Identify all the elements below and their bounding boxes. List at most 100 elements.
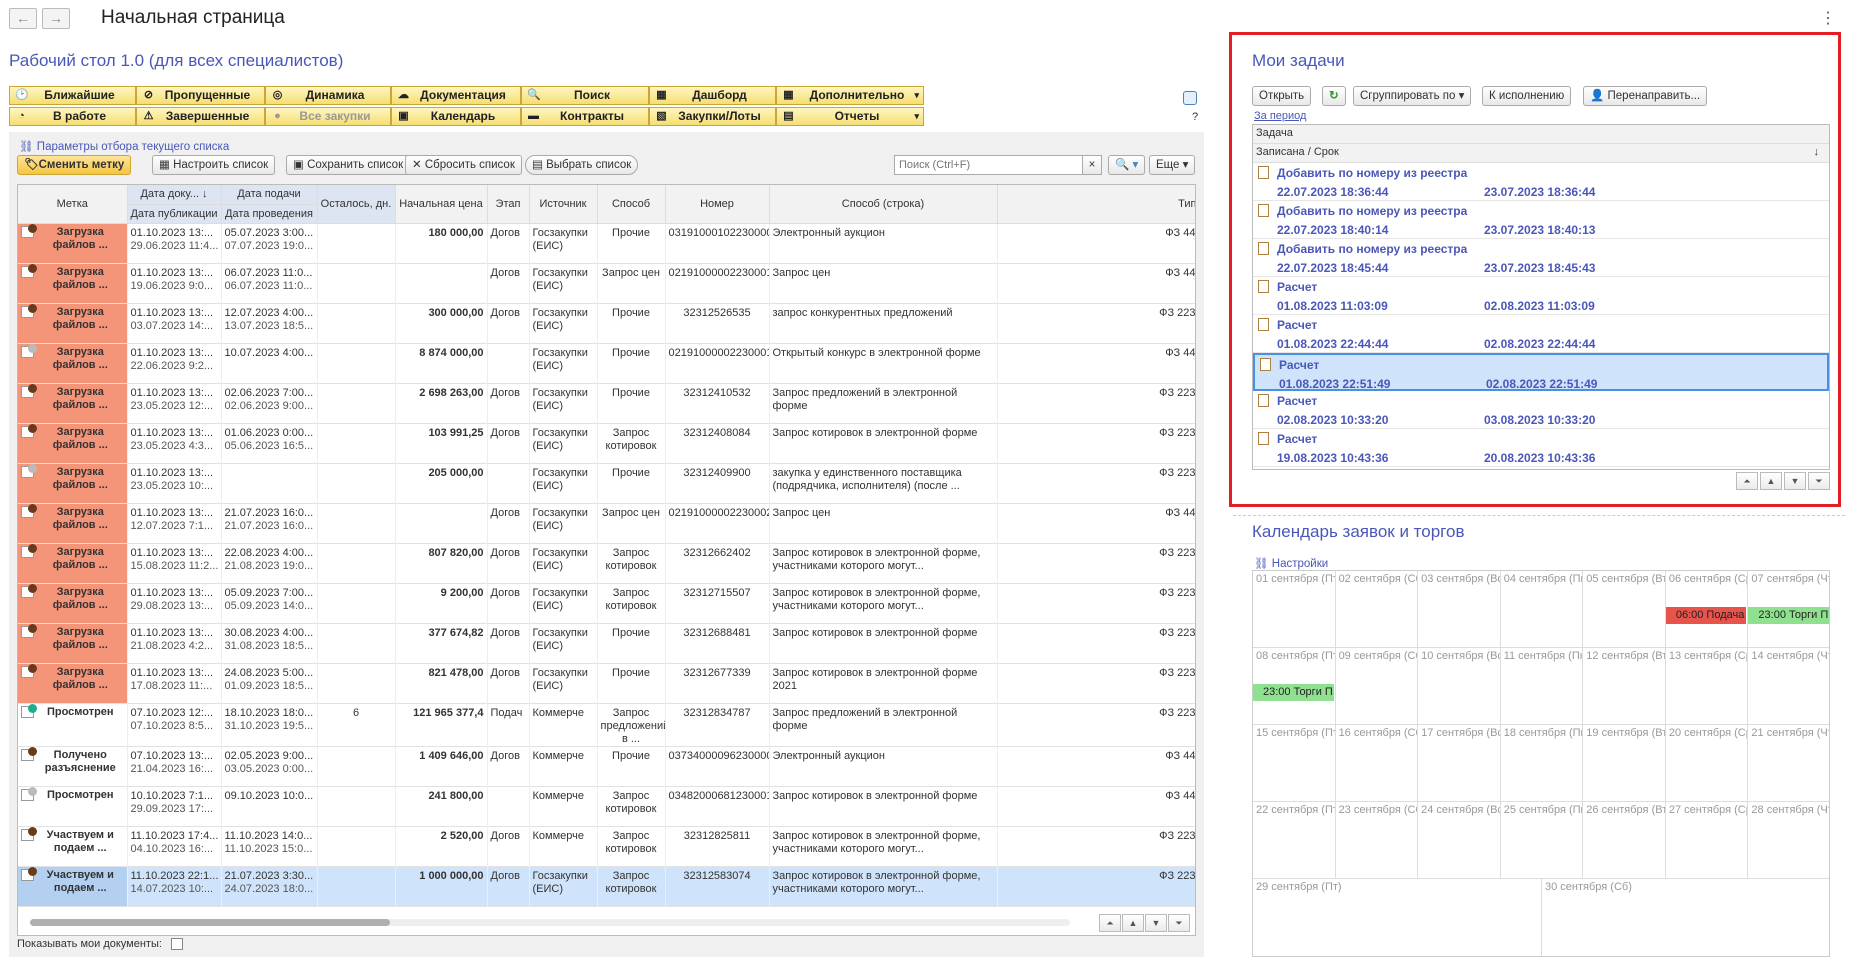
table-row[interactable]: Просмотрен 07.10.2023 12:... 07.10.2023 8:… — [18, 703, 1195, 746]
settings-icon[interactable] — [1183, 91, 1197, 105]
scroll-down-button[interactable]: ▼ — [1145, 914, 1167, 932]
calendar-day[interactable]: 04 сентября (Пн) — [1501, 571, 1584, 647]
change-mark-button[interactable]: 🏷Сменить метку — [17, 155, 132, 175]
calendar-day[interactable]: 23 сентября (Сб) — [1336, 802, 1419, 878]
calendar-day[interactable]: 17 сентября (Вс) — [1418, 725, 1501, 801]
search-clear-button[interactable]: × — [1082, 155, 1102, 175]
table-row[interactable]: Загрузка файлов ... 01.10.2023 13:... 03.0… — [18, 303, 1195, 343]
calendar-day[interactable]: 25 сентября (Пн) — [1501, 802, 1584, 878]
col-type[interactable]: Тип — [997, 185, 1195, 224]
calendar-day[interactable]: 13 сентября (Ср) — [1666, 648, 1749, 724]
desktop-button-1-4[interactable]: ☁ Документация — [391, 86, 521, 105]
tasks-list[interactable]: Задача Записана / Срок ↓ Добавить по номе… — [1252, 124, 1830, 470]
calendar-day[interactable]: 21 сентября (Чт) — [1748, 725, 1829, 801]
task-row[interactable]: Расчет 19.08.2023 10:43:36 20.08.2023 10:4… — [1253, 429, 1829, 467]
period-link[interactable]: За период — [1254, 110, 1306, 122]
table-row[interactable]: Получено разъяснение 07.10.2023 13:... 21.… — [18, 746, 1195, 786]
task-row[interactable]: Добавить по номеру из реестра 22.07.2023 … — [1253, 163, 1829, 201]
desktop-button-1-5[interactable]: 🔍 Поиск — [521, 86, 649, 105]
filter-params-link[interactable]: ⛓ Параметры отбора текущего списка — [19, 139, 229, 153]
task-row[interactable]: Расчет 01.08.2023 11:03:09 02.08.2023 11:0… — [1253, 277, 1829, 315]
calendar-day[interactable]: 20 сентября (Ср) — [1666, 725, 1749, 801]
col-method[interactable]: Способ — [597, 185, 666, 224]
calendar-day[interactable]: 03 сентября (Вс) — [1418, 571, 1501, 647]
calendar-event[interactable]: 23:00 Торги П — [1253, 684, 1334, 701]
tasks-header-task[interactable]: Задача — [1253, 125, 1829, 144]
scroll-up-button[interactable]: ▲ — [1122, 914, 1144, 932]
calendar-day[interactable]: 10 сентября (Вс) — [1418, 648, 1501, 724]
calendar-day[interactable]: 24 сентября (Вс) — [1418, 802, 1501, 878]
calendar-day[interactable]: 27 сентября (Ср) — [1666, 802, 1749, 878]
table-row[interactable]: Загрузка файлов ... 01.10.2023 13:... 15.0… — [18, 543, 1195, 583]
calendar-day[interactable]: 01 сентября (Пт) — [1253, 571, 1336, 647]
reset-list-button[interactable]: ✕ Сбросить список — [405, 155, 522, 175]
table-row[interactable]: Загрузка файлов ... 01.10.2023 13:... 22.0… — [18, 343, 1195, 383]
search-button[interactable]: 🔍 ▾ — [1108, 155, 1146, 175]
desktop-button-2-7[interactable]: ▤ Отчеты ▾ — [776, 107, 924, 126]
task-row[interactable]: Добавить по номеру из реестра 22.07.2023 … — [1253, 239, 1829, 277]
calendar-grid[interactable]: 01 сентября (Пт) 02 сентября (Сб) 03 сентя… — [1252, 570, 1830, 957]
group-by-button[interactable]: Сгруппировать по ▾ — [1353, 86, 1472, 106]
help-icon[interactable]: ? — [1192, 111, 1198, 123]
calendar-day[interactable]: 30 сентября (Сб) — [1542, 879, 1829, 956]
desktop-button-1-3[interactable]: ◎ Динамика — [265, 86, 391, 105]
table-row[interactable]: Загрузка файлов ... 01.10.2023 13:... 19.0… — [18, 263, 1195, 303]
col-number[interactable]: Номер — [665, 185, 770, 224]
save-list-button[interactable]: ▣ Сохранить список — [286, 155, 411, 175]
desktop-button-2-6[interactable]: ▧ Закупки/Лоты — [649, 107, 776, 126]
table-row[interactable]: Загрузка файлов ... 01.10.2023 13:... 29.0… — [18, 583, 1195, 623]
desktop-button-1-2[interactable]: ⊘ Пропущенные — [136, 86, 265, 105]
scroll-last-button[interactable]: ⏷ — [1168, 914, 1190, 932]
tasks-header-written[interactable]: Записана / Срок ↓ — [1253, 144, 1829, 163]
table-row[interactable]: Загрузка файлов ... 01.10.2023 13:... 23.0… — [18, 383, 1195, 423]
desktop-button-2-1[interactable]: ◔ В работе — [9, 107, 136, 126]
more-button[interactable]: Еще ▾ — [1149, 155, 1196, 175]
calendar-day[interactable]: 14 сентября (Чт) — [1748, 648, 1829, 724]
tasks-last-button[interactable]: ⏷ — [1808, 472, 1830, 490]
calendar-day[interactable]: 29 сентября (Пт) — [1253, 879, 1542, 956]
col-date-submit[interactable]: Дата подачи — [221, 185, 318, 205]
procurement-table[interactable]: Метка Дата доку... ↓ Дата подачи Осталось, … — [17, 184, 1196, 936]
task-row[interactable]: Расчет 01.08.2023 22:51:49 02.08.2023 22:5… — [1253, 353, 1829, 391]
table-row[interactable]: Загрузка файлов ... 01.10.2023 13:... 23.0… — [18, 463, 1195, 503]
forward-button[interactable]: → — [42, 8, 70, 29]
horizontal-scrollbar[interactable] — [30, 919, 1070, 926]
desktop-button-2-2[interactable]: ⚠ Завершенные — [136, 107, 265, 126]
calendar-day[interactable]: 15 сентября (Пт) — [1253, 725, 1336, 801]
search-input[interactable] — [894, 155, 1090, 175]
calendar-day[interactable]: 28 сентября (Чт) — [1748, 802, 1829, 878]
col-date-pub[interactable]: Дата публикации — [127, 204, 222, 224]
task-row[interactable]: Добавить по номеру из реестра 22.07.2023 … — [1253, 201, 1829, 239]
table-row[interactable]: Загрузка файлов ... 01.10.2023 13:... 12.0… — [18, 503, 1195, 543]
scroll-first-button[interactable]: ⏶ — [1099, 914, 1121, 932]
task-row[interactable]: Расчет 02.08.2023 10:33:20 03.08.2023 10:3… — [1253, 391, 1829, 429]
table-row[interactable]: Участвуем и подаем ... 11.10.2023 17:4...… — [18, 826, 1195, 866]
calendar-day[interactable]: 26 сентября (Вт) — [1583, 802, 1666, 878]
desktop-button-2-5[interactable]: ▬ Контракты — [521, 107, 649, 126]
table-row[interactable]: Просмотрен 10.10.2023 7:1... 29.09.2023 17… — [18, 786, 1195, 826]
tasks-first-button[interactable]: ⏶ — [1736, 472, 1758, 490]
calendar-day[interactable]: 11 сентября (Пн) — [1501, 648, 1584, 724]
more-menu-icon[interactable]: ⋮ — [1820, 8, 1836, 28]
table-row[interactable]: Загрузка файлов ... 01.10.2023 13:... 17.0… — [18, 663, 1195, 703]
redirect-button[interactable]: 👤 Перенаправить... — [1583, 86, 1708, 106]
refresh-button[interactable]: ↻ — [1322, 86, 1346, 106]
desktop-button-2-4[interactable]: ▣ Календарь — [391, 107, 521, 126]
scroll-thumb[interactable] — [30, 919, 390, 926]
tasks-down-button[interactable]: ▼ — [1784, 472, 1806, 490]
calendar-day[interactable]: 19 сентября (Вт) — [1583, 725, 1666, 801]
desktop-button-2-3[interactable]: ● Все закупки — [265, 107, 391, 126]
table-row[interactable]: Участвуем и подаем ... 11.10.2023 22:1...… — [18, 866, 1195, 906]
desktop-button-1-6[interactable]: ▦ Дашборд — [649, 86, 776, 105]
desktop-button-1-7[interactable]: ▦ Дополнительно ▾ — [776, 86, 924, 105]
col-date-doc[interactable]: Дата доку... ↓ — [127, 185, 222, 205]
calendar-day[interactable]: 09 сентября (Сб) — [1336, 648, 1419, 724]
col-date-hold[interactable]: Дата проведения — [221, 204, 318, 224]
col-remain[interactable]: Осталось, дн. — [317, 185, 396, 224]
calendar-day[interactable]: 22 сентября (Пт) — [1253, 802, 1336, 878]
table-row[interactable]: Загрузка файлов ... 01.10.2023 13:... 23.0… — [18, 423, 1195, 463]
calendar-day[interactable]: 18 сентября (Пн) — [1501, 725, 1584, 801]
calendar-day[interactable]: 05 сентября (Вт) — [1583, 571, 1666, 647]
desktop-button-1-1[interactable]: 🕑 Ближайшие — [9, 86, 136, 105]
calendar-day[interactable]: 02 сентября (Сб) — [1336, 571, 1419, 647]
